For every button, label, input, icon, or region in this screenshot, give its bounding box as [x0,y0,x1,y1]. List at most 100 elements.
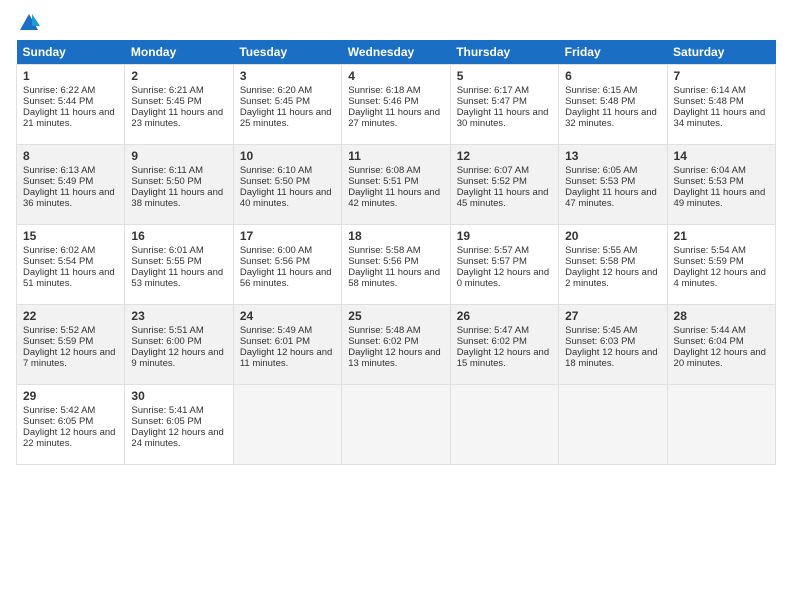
calendar-cell: 15Sunrise: 6:02 AMSunset: 5:54 PMDayligh… [17,225,125,305]
daylight-text: Daylight 11 hours and 45 minutes. [457,187,549,209]
sunset-text: Sunset: 5:59 PM [674,256,744,267]
sunset-text: Sunset: 6:05 PM [23,416,93,427]
sunrise-text: Sunrise: 6:20 AM [240,85,312,96]
weekday-header-wednesday: Wednesday [342,40,450,65]
daylight-text: Daylight 11 hours and 23 minutes. [131,107,223,129]
daylight-text: Daylight 11 hours and 53 minutes. [131,267,223,289]
daylight-text: Daylight 12 hours and 15 minutes. [457,347,549,369]
daylight-text: Daylight 12 hours and 4 minutes. [674,267,766,289]
sunrise-text: Sunrise: 5:42 AM [23,405,95,416]
calendar-cell: 17Sunrise: 6:00 AMSunset: 5:56 PMDayligh… [233,225,341,305]
calendar-cell: 13Sunrise: 6:05 AMSunset: 5:53 PMDayligh… [559,145,667,225]
day-number: 27 [565,309,660,323]
calendar-cell: 20Sunrise: 5:55 AMSunset: 5:58 PMDayligh… [559,225,667,305]
sunrise-text: Sunrise: 6:15 AM [565,85,637,96]
sunset-text: Sunset: 5:58 PM [565,256,635,267]
weekday-header-friday: Friday [559,40,667,65]
calendar-cell: 28Sunrise: 5:44 AMSunset: 6:04 PMDayligh… [667,305,775,385]
calendar-week-4: 22Sunrise: 5:52 AMSunset: 5:59 PMDayligh… [17,305,776,385]
calendar-cell: 7Sunrise: 6:14 AMSunset: 5:48 PMDaylight… [667,65,775,145]
calendar-cell [233,385,341,465]
daylight-text: Daylight 12 hours and 9 minutes. [131,347,223,369]
daylight-text: Daylight 12 hours and 11 minutes. [240,347,332,369]
calendar-cell: 23Sunrise: 5:51 AMSunset: 6:00 PMDayligh… [125,305,233,385]
day-number: 11 [348,149,443,163]
sunset-text: Sunset: 5:45 PM [131,96,201,107]
sunset-text: Sunset: 6:05 PM [131,416,201,427]
calendar-week-1: 1Sunrise: 6:22 AMSunset: 5:44 PMDaylight… [17,65,776,145]
weekday-header-sunday: Sunday [17,40,125,65]
daylight-text: Daylight 11 hours and 47 minutes. [565,187,657,209]
calendar-week-2: 8Sunrise: 6:13 AMSunset: 5:49 PMDaylight… [17,145,776,225]
daylight-text: Daylight 11 hours and 51 minutes. [23,267,115,289]
sunset-text: Sunset: 5:47 PM [457,96,527,107]
calendar-cell: 16Sunrise: 6:01 AMSunset: 5:55 PMDayligh… [125,225,233,305]
sunset-text: Sunset: 5:59 PM [23,336,93,347]
daylight-text: Daylight 11 hours and 34 minutes. [674,107,766,129]
sunrise-text: Sunrise: 6:07 AM [457,165,529,176]
daylight-text: Daylight 11 hours and 32 minutes. [565,107,657,129]
daylight-text: Daylight 12 hours and 7 minutes. [23,347,115,369]
day-number: 4 [348,69,443,83]
daylight-text: Daylight 12 hours and 24 minutes. [131,427,223,449]
day-number: 9 [131,149,226,163]
day-number: 16 [131,229,226,243]
daylight-text: Daylight 11 hours and 25 minutes. [240,107,332,129]
day-number: 7 [674,69,769,83]
daylight-text: Daylight 12 hours and 20 minutes. [674,347,766,369]
sunrise-text: Sunrise: 6:10 AM [240,165,312,176]
daylight-text: Daylight 11 hours and 58 minutes. [348,267,440,289]
calendar-cell: 8Sunrise: 6:13 AMSunset: 5:49 PMDaylight… [17,145,125,225]
day-number: 8 [23,149,118,163]
sunrise-text: Sunrise: 5:58 AM [348,245,420,256]
sunset-text: Sunset: 6:03 PM [565,336,635,347]
daylight-text: Daylight 11 hours and 27 minutes. [348,107,440,129]
calendar-cell: 14Sunrise: 6:04 AMSunset: 5:53 PMDayligh… [667,145,775,225]
calendar-cell [559,385,667,465]
sunset-text: Sunset: 6:02 PM [457,336,527,347]
daylight-text: Daylight 11 hours and 36 minutes. [23,187,115,209]
daylight-text: Daylight 11 hours and 49 minutes. [674,187,766,209]
sunrise-text: Sunrise: 5:41 AM [131,405,203,416]
calendar-cell: 19Sunrise: 5:57 AMSunset: 5:57 PMDayligh… [450,225,558,305]
sunset-text: Sunset: 5:51 PM [348,176,418,187]
sunrise-text: Sunrise: 5:49 AM [240,325,312,336]
daylight-text: Daylight 11 hours and 38 minutes. [131,187,223,209]
sunset-text: Sunset: 5:46 PM [348,96,418,107]
sunset-text: Sunset: 5:54 PM [23,256,93,267]
sunrise-text: Sunrise: 5:44 AM [674,325,746,336]
calendar-cell: 30 Sunrise: 5:41 AMSunset: 6:05 PMDayligh… [125,385,233,465]
sunset-text: Sunset: 6:00 PM [131,336,201,347]
day-number: 2 [131,69,226,83]
day-number: 10 [240,149,335,163]
calendar-cell: 5Sunrise: 6:17 AMSunset: 5:47 PMDaylight… [450,65,558,145]
daylight-text: Daylight 11 hours and 42 minutes. [348,187,440,209]
day-number: 26 [457,309,552,323]
logo [16,12,40,34]
day-number: 25 [348,309,443,323]
day-number: 22 [23,309,118,323]
sunrise-text: Sunrise: 6:04 AM [674,165,746,176]
sunset-text: Sunset: 5:52 PM [457,176,527,187]
day-number: 5 [457,69,552,83]
sunset-text: Sunset: 6:02 PM [348,336,418,347]
calendar-cell: 11 Sunrise: 6:08 AMSunset: 5:51 PMDayligh… [342,145,450,225]
daylight-text: Daylight 11 hours and 21 minutes. [23,107,115,129]
calendar-cell: 22Sunrise: 5:52 AMSunset: 5:59 PMDayligh… [17,305,125,385]
sunset-text: Sunset: 5:56 PM [240,256,310,267]
sunrise-text: Sunrise: 6:21 AM [131,85,203,96]
sunrise-text: Sunrise: 5:57 AM [457,245,529,256]
weekday-header-tuesday: Tuesday [233,40,341,65]
calendar-cell: 12Sunrise: 6:07 AMSunset: 5:52 PMDayligh… [450,145,558,225]
calendar-week-3: 15Sunrise: 6:02 AMSunset: 5:54 PMDayligh… [17,225,776,305]
sunrise-text: Sunrise: 6:08 AM [348,165,420,176]
calendar-cell: 18Sunrise: 5:58 AMSunset: 5:56 PMDayligh… [342,225,450,305]
day-number: 17 [240,229,335,243]
day-number: 30 [131,389,226,403]
calendar-cell: 3Sunrise: 6:20 AMSunset: 5:45 PMDaylight… [233,65,341,145]
sunset-text: Sunset: 5:48 PM [674,96,744,107]
daylight-text: Daylight 11 hours and 56 minutes. [240,267,332,289]
sunrise-text: Sunrise: 5:55 AM [565,245,637,256]
sunset-text: Sunset: 6:01 PM [240,336,310,347]
logo-icon [18,12,40,34]
